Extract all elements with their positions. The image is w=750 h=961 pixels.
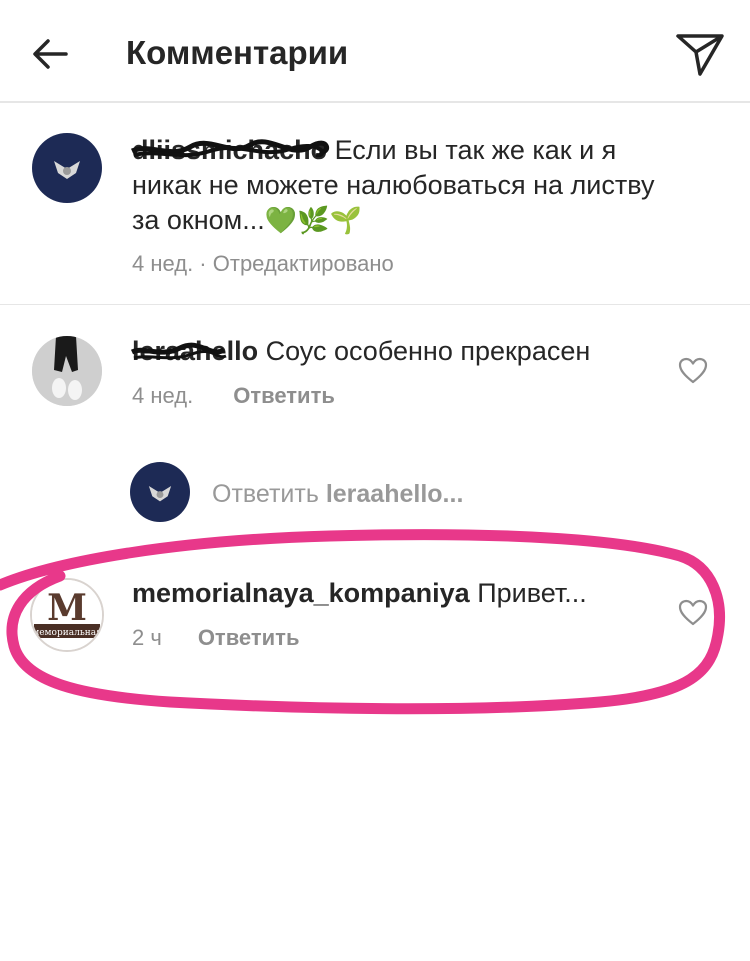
comment-username-text: leraahello (132, 336, 259, 366)
heart-outline-icon (678, 357, 708, 384)
reply-prefix: Ответить (212, 480, 319, 508)
comment-text-block: memorialnaya_kompaniya Привет... (132, 576, 652, 611)
like-button[interactable] (678, 598, 708, 628)
comment-body: Соус особенно прекрасен (265, 336, 591, 366)
comment-meta: 2 ч Ответить (132, 625, 299, 651)
page-title: Комментарии (126, 34, 349, 71)
share-button[interactable] (674, 28, 726, 80)
comment-text-block: leraahello Соус особенно прекрасен (130, 334, 652, 369)
paper-plane-icon (676, 34, 724, 76)
avatar[interactable]: M мемориальная (30, 578, 104, 652)
comment-meta: 4 нед. Ответить (132, 383, 335, 409)
comment-body: Привет... (477, 578, 587, 608)
reply-target: leraahello... (325, 480, 464, 508)
caption-text-block: dliissmichacho Если вы так же как и я ни… (130, 133, 662, 238)
heart-outline-icon (678, 599, 708, 626)
reply-button[interactable]: Ответить (198, 625, 300, 650)
avatar-photo (32, 336, 102, 406)
avatar-bird-icon (148, 486, 172, 502)
caption-meta: 4 нед. · Отредактировано (132, 251, 394, 276)
arrow-left-icon (33, 39, 68, 69)
top-bar: Комментарии (0, 0, 750, 103)
comment-username[interactable]: leraahello (130, 336, 266, 366)
memorial-logo-icon: M мемориальная (32, 580, 102, 650)
caption-username-text: dliissmichacho (132, 135, 328, 165)
comment-time: 4 нед. (132, 383, 194, 408)
like-button[interactable] (678, 356, 708, 386)
back-button[interactable] (28, 32, 72, 76)
caption-username[interactable]: dliissmichacho (130, 135, 335, 165)
comment-username[interactable]: memorialnaya_kompaniya (132, 578, 470, 608)
svg-text:M: M (47, 587, 87, 629)
avatar[interactable] (32, 336, 102, 406)
my-avatar (130, 462, 190, 522)
avatar-bird-icon (54, 161, 80, 179)
reply-composer[interactable]: Ответить leraahello... (130, 462, 630, 522)
avatar[interactable] (32, 133, 102, 203)
reply-placeholder[interactable]: Ответить leraahello... (212, 480, 463, 509)
post-caption: dliissmichacho Если вы так же как и я ни… (0, 103, 750, 305)
svg-text:мемориальная: мемориальная (32, 628, 102, 638)
caption-emojis: 💚🌿🌱 (264, 205, 362, 235)
comment-time: 2 ч (132, 625, 162, 650)
reply-button[interactable]: Ответить (233, 383, 335, 408)
